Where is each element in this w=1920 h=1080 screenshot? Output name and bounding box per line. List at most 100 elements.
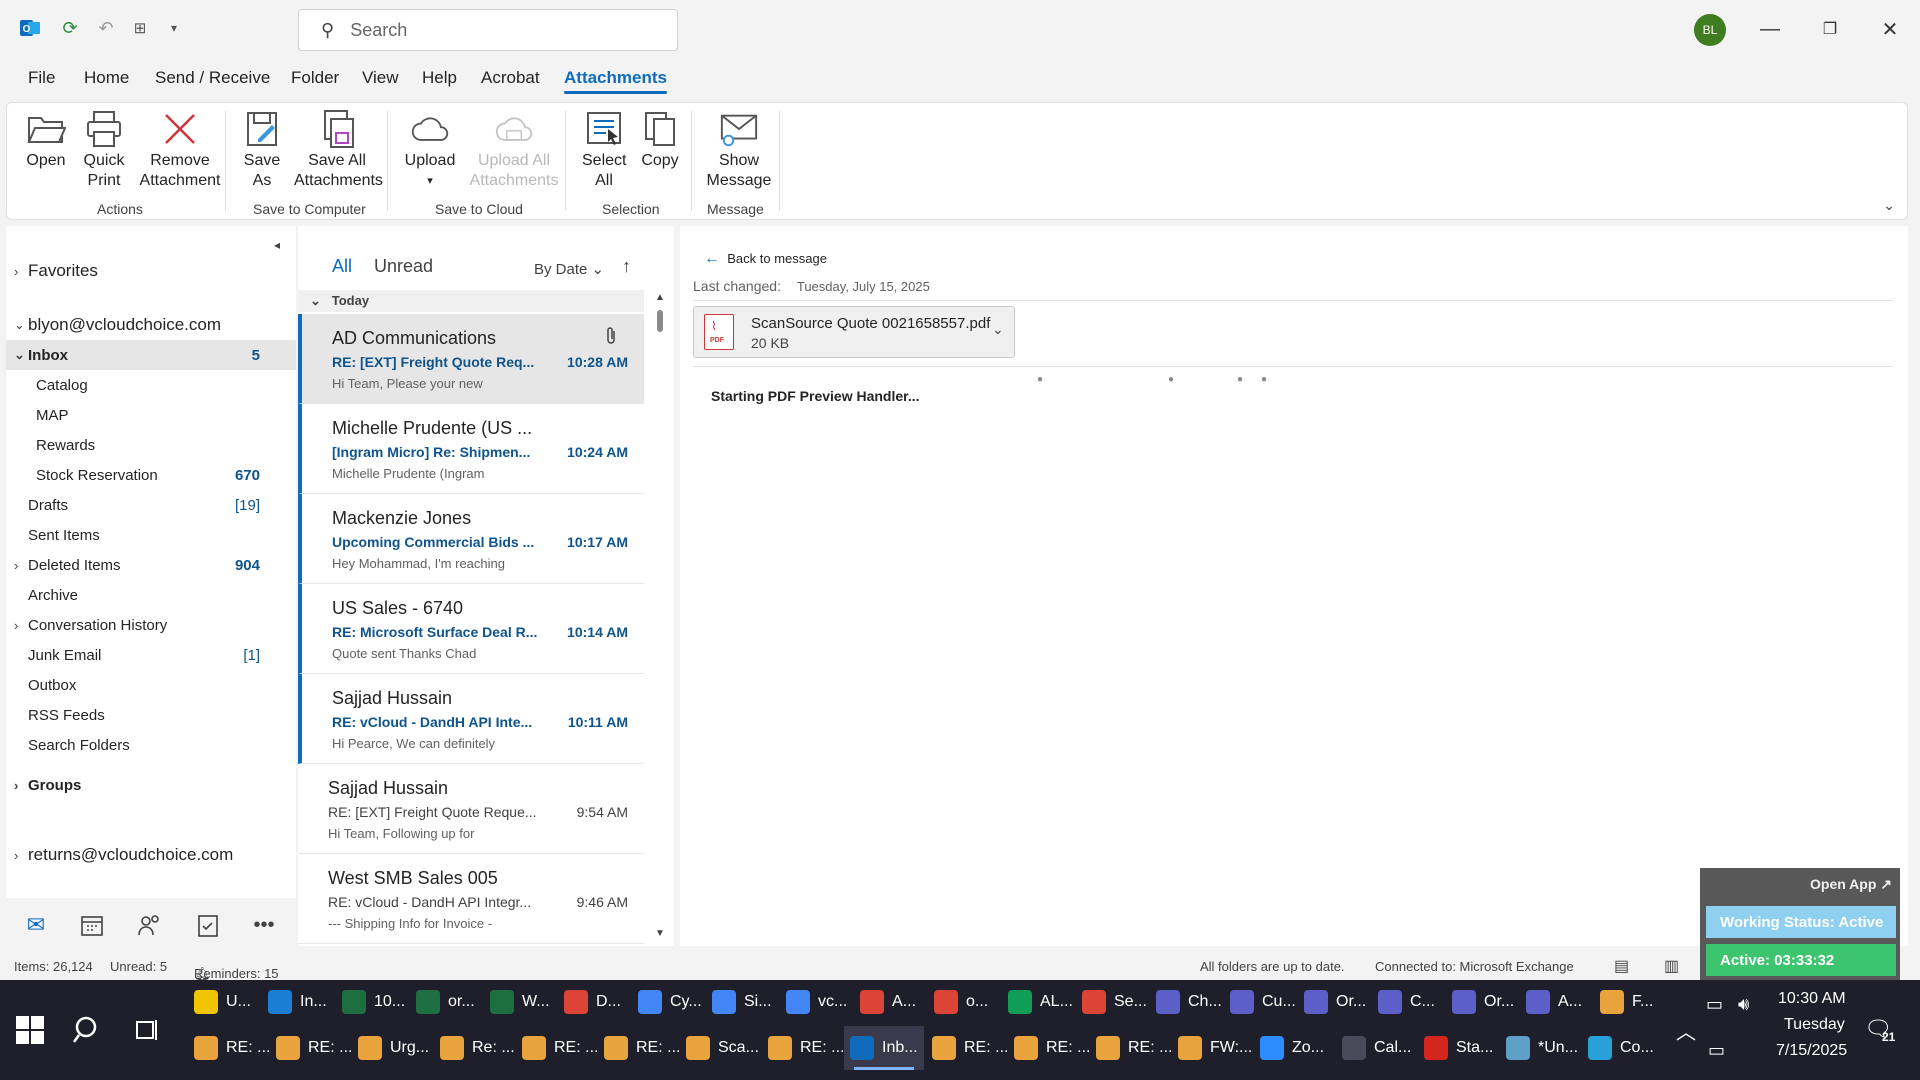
menu-folder[interactable]: Folder: [291, 68, 339, 88]
reading-view-icon[interactable]: ▥: [1664, 956, 1679, 976]
scroll-up-icon[interactable]: ▲: [655, 292, 665, 303]
taskbar-button[interactable]: Se...: [1076, 980, 1153, 1024]
folder-search-folders[interactable]: Search Folders: [6, 730, 296, 760]
taskbar-button[interactable]: RE: ...: [270, 1026, 358, 1070]
taskbar-button[interactable]: A...: [854, 980, 922, 1024]
volume-icon[interactable]: 🔊︎: [1738, 994, 1749, 1015]
taskbar-button[interactable]: Sta...: [1418, 1026, 1499, 1070]
show-hidden-icons-icon[interactable]: ︿: [1676, 1016, 1696, 1045]
sync-icon[interactable]: ⟳: [58, 16, 82, 40]
taskbar-button[interactable]: Re: ...: [434, 1026, 521, 1070]
copy-button[interactable]: Copy: [635, 109, 685, 171]
folder-conversation-history[interactable]: › Conversation History: [6, 610, 296, 640]
taskbar-button[interactable]: 10...: [336, 980, 411, 1024]
avatar[interactable]: BL: [1694, 14, 1726, 46]
folder-archive[interactable]: Archive: [6, 580, 296, 610]
close-icon[interactable]: ✕: [1870, 12, 1910, 46]
taskbar-search-icon[interactable]: [72, 1014, 104, 1049]
taskbar-button[interactable]: A...: [1520, 980, 1588, 1024]
clock-time[interactable]: 10:30 AM: [1778, 990, 1846, 1008]
taskbar-button[interactable]: Co...: [1582, 1026, 1660, 1070]
folder-sent-items[interactable]: Sent Items: [6, 520, 296, 550]
restore-icon[interactable]: ❐: [1810, 12, 1850, 46]
menu-home[interactable]: Home: [84, 68, 129, 88]
more-apps-icon[interactable]: •••: [246, 908, 282, 942]
groups-header[interactable]: › Groups: [6, 770, 296, 800]
undo-icon[interactable]: ↶: [94, 16, 118, 40]
taskbar-button[interactable]: In...: [262, 980, 333, 1024]
taskbar-button[interactable]: RE: ...: [598, 1026, 686, 1070]
folder-drafts[interactable]: Drafts [19]: [6, 490, 296, 520]
select-all-button[interactable]: Select All: [579, 109, 629, 191]
search-box[interactable]: ⚲ Search: [298, 9, 678, 51]
save-all-attachments-button[interactable]: Save All Attachments: [291, 109, 383, 191]
quick-print-button[interactable]: Quick Print: [79, 109, 129, 191]
calendar-nav-icon[interactable]: [74, 908, 110, 942]
taskbar-button[interactable]: Or...: [1446, 980, 1520, 1024]
folder-stock-reservation[interactable]: Stock Reservation 670: [6, 460, 296, 490]
attachment-chip[interactable]: ⌇ PDF ScanSource Quote 0021658557.pdf 20…: [693, 306, 1015, 358]
chevron-down-icon[interactable]: ⌄: [992, 321, 1004, 338]
account-header[interactable]: ⌄ blyon@vcloudchoice.com: [6, 310, 296, 340]
network-icon[interactable]: ▭: [1708, 1040, 1725, 1061]
minimize-icon[interactable]: —: [1750, 12, 1790, 46]
taskbar-button[interactable]: RE: ...: [188, 1026, 276, 1070]
menu-help[interactable]: Help: [422, 68, 457, 88]
tab-unread[interactable]: Unread: [374, 256, 433, 277]
list-item[interactable]: Mackenzie Jones Upcoming Commercial Bids…: [298, 494, 644, 584]
clock-date[interactable]: 7/15/2025: [1776, 1042, 1847, 1060]
list-item[interactable]: Sajjad Hussain RE: vCloud - DandH API In…: [298, 674, 644, 764]
list-item[interactable]: Michelle Prudente (US ... [Ingram Micro]…: [298, 404, 644, 494]
taskbar-button[interactable]: vc...: [780, 980, 853, 1024]
folder-outbox[interactable]: Outbox: [6, 670, 296, 700]
menu-view[interactable]: View: [362, 68, 399, 88]
taskbar-button[interactable]: RE: ...: [516, 1026, 604, 1070]
taskbar-button[interactable]: F...: [1594, 980, 1659, 1024]
taskbar-button[interactable]: Inb...: [844, 1026, 924, 1070]
list-item[interactable]: West SMB Sales 005 RE: vCloud - DandH AP…: [298, 854, 644, 944]
upload-button[interactable]: Upload ▾: [397, 109, 463, 191]
menu-acrobat[interactable]: Acrobat: [481, 68, 540, 88]
scroll-down-icon[interactable]: ▼: [655, 928, 665, 939]
menu-attachments[interactable]: Attachments: [564, 68, 667, 94]
taskbar-button[interactable]: W...: [484, 980, 556, 1024]
people-nav-icon[interactable]: [132, 908, 168, 942]
taskbar-button[interactable]: D...: [558, 980, 627, 1024]
open-app-link[interactable]: Open App ↗: [1810, 876, 1892, 893]
folder-junk-email[interactable]: Junk Email [1]: [6, 640, 296, 670]
taskbar-button[interactable]: *Un...: [1500, 1026, 1584, 1070]
taskbar-button[interactable]: FW:...: [1172, 1026, 1258, 1070]
folder-inbox[interactable]: ⌄ Inbox 5: [6, 340, 296, 370]
open-button[interactable]: Open: [21, 109, 71, 171]
tasks-nav-icon[interactable]: [190, 908, 226, 942]
show-message-button[interactable]: Show Message: [701, 109, 777, 191]
list-item[interactable]: AD Communications RE: [EXT] Freight Quot…: [298, 314, 644, 404]
taskbar-button[interactable]: AL...: [1002, 980, 1079, 1024]
back-to-message-link[interactable]: ← Back to message: [704, 250, 827, 268]
normal-view-icon[interactable]: ▤: [1614, 956, 1629, 976]
taskbar-button[interactable]: Cu...: [1224, 980, 1302, 1024]
taskbar-button[interactable]: U...: [188, 980, 257, 1024]
menu-file[interactable]: File: [28, 68, 55, 88]
taskbar-button[interactable]: RE: ...: [762, 1026, 850, 1070]
account2-header[interactable]: › returns@vcloudchoice.com: [6, 840, 296, 870]
tab-all[interactable]: All: [332, 256, 352, 277]
folder-map[interactable]: MAP: [6, 400, 296, 430]
sort-direction-icon[interactable]: ↑: [622, 256, 631, 277]
battery-icon[interactable]: ▭: [1706, 994, 1723, 1015]
collapse-pane-icon[interactable]: ◂: [274, 238, 280, 252]
taskbar-button[interactable]: C...: [1372, 980, 1441, 1024]
taskbar-button[interactable]: Cal...: [1336, 1026, 1417, 1070]
folder-deleted-items[interactable]: › Deleted Items 904: [6, 550, 296, 580]
taskbar-button[interactable]: or...: [410, 980, 481, 1024]
remove-attachment-button[interactable]: Remove Attachment: [135, 109, 225, 191]
taskbar-button[interactable]: o...: [928, 980, 994, 1024]
mail-nav-icon[interactable]: ✉: [18, 908, 54, 942]
taskbar-button[interactable]: Cy...: [632, 980, 708, 1024]
taskbar-button[interactable]: Ch...: [1150, 980, 1228, 1024]
scrollbar-thumb[interactable]: [657, 310, 663, 332]
customize-toolbar-icon[interactable]: ▾: [162, 16, 186, 40]
collapse-ribbon-icon[interactable]: ⌄: [1883, 197, 1895, 214]
list-item[interactable]: Sajjad Hussain RE: [EXT] Freight Quote R…: [298, 764, 644, 854]
favorites-header[interactable]: › Favorites: [6, 256, 296, 286]
